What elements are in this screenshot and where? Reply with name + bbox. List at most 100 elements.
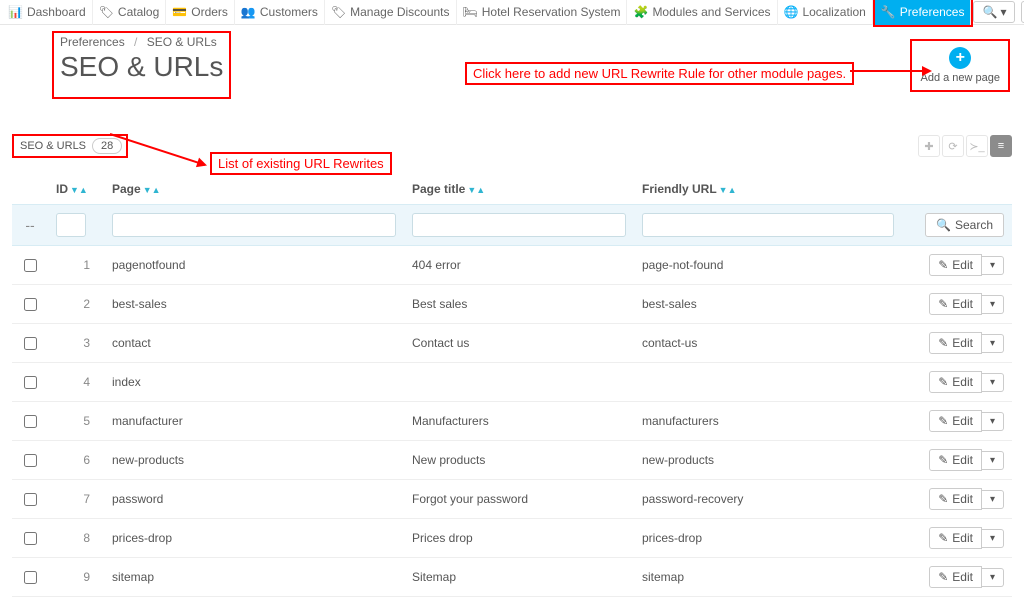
- edit-button[interactable]: ✎Edit: [929, 410, 982, 432]
- cell-url: contact-us: [634, 324, 902, 363]
- nav-label: Preferences: [900, 5, 965, 19]
- row-checkbox[interactable]: [24, 415, 37, 428]
- table-header-row: ID▼▲ Page▼▲ Page title▼▲ Friendly URL▼▲: [12, 174, 1012, 205]
- search-icon: 🔍: [936, 218, 951, 232]
- cell-page: index: [104, 363, 404, 402]
- globe-icon: 🌐: [784, 6, 799, 18]
- table-row[interactable]: 5manufacturerManufacturersmanufacturers✎…: [12, 402, 1012, 441]
- sort-icon: ▼▲: [70, 185, 88, 195]
- cell-page: prices-drop: [104, 519, 404, 558]
- cell-page: manufacturer: [104, 402, 404, 441]
- annotation-callout-list: List of existing URL Rewrites: [210, 152, 392, 175]
- sort-icon: ▼▲: [467, 185, 485, 195]
- pencil-icon: ✎: [938, 336, 948, 350]
- edit-dropdown-toggle[interactable]: ▾: [982, 334, 1004, 353]
- edit-dropdown-toggle[interactable]: ▾: [982, 256, 1004, 275]
- nav-label: Orders: [191, 5, 228, 19]
- table-row[interactable]: 3contactContact uscontact-us✎Edit▾: [12, 324, 1012, 363]
- edit-button[interactable]: ✎Edit: [929, 488, 982, 510]
- edit-dropdown-toggle[interactable]: ▾: [982, 568, 1004, 587]
- tool-sql-icon[interactable]: ≻_: [966, 135, 988, 157]
- annotation-callout-add: Click here to add new URL Rewrite Rule f…: [465, 62, 854, 85]
- caret-down-icon: ▾: [1000, 5, 1006, 19]
- card-icon: 💳: [172, 6, 187, 18]
- tool-add-icon[interactable]: ✚: [918, 135, 940, 157]
- nav-label: Manage Discounts: [350, 5, 449, 19]
- row-checkbox[interactable]: [24, 298, 37, 311]
- col-page[interactable]: Page▼▲: [104, 174, 404, 205]
- tag-icon: 🏷: [99, 6, 114, 18]
- add-page-label: Add a new page: [920, 72, 1000, 84]
- table-row[interactable]: 4index ✎Edit▾: [12, 363, 1012, 402]
- cell-page: new-products: [104, 441, 404, 480]
- filter-search-button[interactable]: 🔍 Search: [925, 213, 1004, 237]
- top-search: 🔍 ▾: [973, 1, 1024, 23]
- annotation-add-highlight: + Add a new page: [910, 39, 1010, 92]
- row-checkbox[interactable]: [24, 259, 37, 272]
- table-filter-row: -- 🔍 Search: [12, 205, 1012, 246]
- sort-icon: ▼▲: [143, 185, 161, 195]
- panel-title: SEO & URLS: [20, 140, 86, 152]
- nav-label: Modules and Services: [652, 5, 770, 19]
- table-row[interactable]: 7passwordForgot your passwordpassword-re…: [12, 480, 1012, 519]
- edit-button[interactable]: ✎Edit: [929, 371, 982, 393]
- table-row[interactable]: 6new-productsNew productsnew-products✎Ed…: [12, 441, 1012, 480]
- edit-button[interactable]: ✎Edit: [929, 293, 982, 315]
- table-row[interactable]: 8prices-dropPrices dropprices-drop✎Edit▾: [12, 519, 1012, 558]
- edit-dropdown-toggle[interactable]: ▾: [982, 373, 1004, 392]
- dashboard-icon: 📊: [8, 6, 23, 18]
- table-row[interactable]: 1pagenotfound404 errorpage-not-found✎Edi…: [12, 246, 1012, 285]
- nav-dashboard[interactable]: 📊 Dashboard: [2, 0, 93, 25]
- cell-url: new-products: [634, 441, 902, 480]
- filter-url-input[interactable]: [642, 213, 894, 237]
- edit-dropdown-toggle[interactable]: ▾: [982, 451, 1004, 470]
- filter-page-input[interactable]: [112, 213, 396, 237]
- row-checkbox[interactable]: [24, 337, 37, 350]
- edit-dropdown-toggle[interactable]: ▾: [982, 529, 1004, 548]
- edit-dropdown-toggle[interactable]: ▾: [982, 490, 1004, 509]
- nav-catalog[interactable]: 🏷 Catalog: [93, 0, 167, 25]
- bulk-collapse-toggle[interactable]: --: [21, 217, 38, 233]
- row-checkbox[interactable]: [24, 376, 37, 389]
- page-title: SEO & URLs: [60, 51, 223, 83]
- col-page-title[interactable]: Page title▼▲: [404, 174, 634, 205]
- table-row[interactable]: 2best-salesBest salesbest-sales✎Edit▾: [12, 285, 1012, 324]
- filter-id-input[interactable]: [56, 213, 86, 237]
- cell-title: Manufacturers: [404, 402, 634, 441]
- nav-discounts[interactable]: 🏷 Manage Discounts: [325, 0, 457, 25]
- cell-url: manufacturers: [634, 402, 902, 441]
- filter-title-input[interactable]: [412, 213, 626, 237]
- edit-button[interactable]: ✎Edit: [929, 254, 982, 276]
- breadcrumb-sep: /: [134, 35, 137, 49]
- edit-button[interactable]: ✎Edit: [929, 566, 982, 588]
- tag-icon: 🏷: [331, 6, 346, 18]
- edit-button[interactable]: ✎Edit: [929, 527, 982, 549]
- cell-id: 4: [48, 363, 104, 402]
- nav-label: Catalog: [118, 5, 159, 19]
- nav-localization[interactable]: 🌐 Localization: [778, 0, 873, 25]
- search-scope-dropdown[interactable]: 🔍 ▾: [973, 1, 1015, 23]
- col-friendly-url[interactable]: Friendly URL▼▲: [634, 174, 902, 205]
- nav-orders[interactable]: 💳 Orders: [166, 0, 235, 25]
- edit-button[interactable]: ✎Edit: [929, 449, 982, 471]
- edit-button[interactable]: ✎Edit: [929, 332, 982, 354]
- tool-refresh-icon[interactable]: ⟳: [942, 135, 964, 157]
- cell-title: 404 error: [404, 246, 634, 285]
- tool-export-icon[interactable]: ≡: [990, 135, 1012, 157]
- nav-modules[interactable]: 🧩 Modules and Services: [627, 0, 777, 25]
- nav-preferences[interactable]: 🔧 Preferences: [875, 0, 972, 25]
- col-id[interactable]: ID▼▲: [48, 174, 104, 205]
- add-new-page-button[interactable]: + Add a new page: [914, 43, 1006, 88]
- nav-hotel[interactable]: 🛏 Hotel Reservation System: [457, 0, 628, 25]
- row-checkbox[interactable]: [24, 571, 37, 584]
- edit-dropdown-toggle[interactable]: ▾: [982, 295, 1004, 314]
- nav-customers[interactable]: 👥 Customers: [235, 0, 325, 25]
- edit-dropdown-toggle[interactable]: ▾: [982, 412, 1004, 431]
- breadcrumb-item[interactable]: Preferences: [60, 35, 125, 49]
- table-row[interactable]: 9sitemapSitemapsitemap✎Edit▾: [12, 558, 1012, 597]
- row-checkbox[interactable]: [24, 454, 37, 467]
- breadcrumb-item: SEO & URLs: [147, 35, 217, 49]
- panel-tools: ✚ ⟳ ≻_ ≡: [918, 135, 1012, 157]
- row-checkbox[interactable]: [24, 532, 37, 545]
- panel-heading: SEO & URLS 28 ✚ ⟳ ≻_ ≡: [12, 134, 1012, 158]
